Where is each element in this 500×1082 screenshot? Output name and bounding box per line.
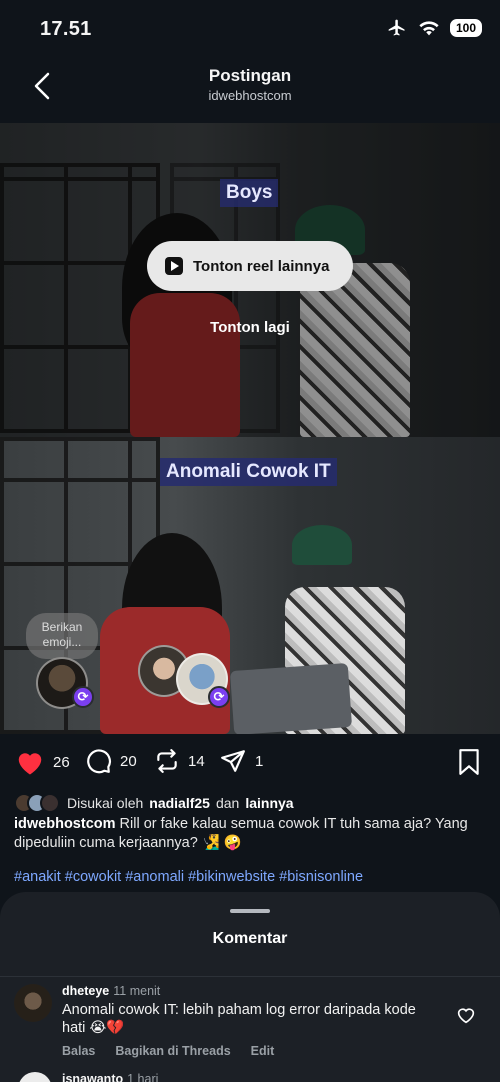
watch-again-button[interactable]: Tonton lagi [0,319,500,336]
heart-outline-icon[interactable] [456,1006,476,1024]
liked-by-user[interactable]: nadialf25 [149,795,210,811]
watch-more-reels-label: Tonton reel lainnya [193,257,330,275]
comment-username[interactable]: dheteye [62,984,109,998]
comment-header: isnawanto 1 hari [62,1072,158,1082]
edit-button[interactable]: Edit [251,1044,275,1058]
watch-more-reels-button[interactable]: Tonton reel lainnya [147,241,353,291]
status-icons: 100 [386,18,482,38]
share-count: 1 [255,752,264,770]
post-header: Postingan idwebhostcom [0,58,500,123]
repost-badge-icon: ⟳ [72,686,94,708]
send-icon [221,750,245,772]
bookmark-icon[interactable] [456,748,482,776]
avatar[interactable] [18,1072,52,1082]
status-time: 17.51 [40,18,92,40]
comment-item: isnawanto 1 hari [14,1072,486,1082]
like-count: 26 [53,753,70,771]
person-cap [292,525,352,565]
comment-icon [87,749,111,774]
airplane-icon [388,19,405,36]
repost-icon [157,749,177,773]
avatar[interactable] [14,984,52,1022]
wifi-icon [419,21,439,36]
comment-actions: Balas Bagikan di Threads Edit [62,1044,274,1058]
liked-by-others[interactable]: lainnya [245,795,293,811]
page-subtitle: idwebhostcom [208,88,292,103]
liked-by-prefix: Disukai oleh [67,795,144,811]
video-frame-top: Boys Tonton reel lainnya Tonton lagi [0,123,500,437]
post-action-bar: 26 20 14 1 [0,748,500,780]
share-button[interactable]: 1 [219,748,263,774]
repost-button[interactable]: 14 [154,748,205,774]
caption-author[interactable]: idwebhostcom [14,816,116,832]
reel-media[interactable]: Boys Tonton reel lainnya Tonton lagi Ano… [0,123,500,734]
comment-time: 1 hari [127,1072,159,1082]
repost-badge-icon: ⟳ [208,686,230,708]
like-button[interactable]: 26 [15,748,70,776]
avatar [40,793,60,813]
video-caption-top: Boys [220,179,279,207]
comment-button[interactable]: 20 [86,748,137,774]
share-to-threads-button[interactable]: Bagikan di Threads [115,1044,230,1058]
liked-by-row[interactable]: Disukai oleh nadialf25 dan lainnya [14,793,294,813]
comment-username[interactable]: isnawanto [62,1072,123,1082]
comment-text: Anomali cowok IT: lebih paham log error … [62,1002,416,1036]
comment-time: 11 menit [113,984,161,998]
page-title: Postingan [208,66,292,85]
video-caption-bottom: Anomali Cowok IT [160,458,337,486]
post-caption: idwebhostcom Rill or fake kalau semua co… [14,815,494,853]
status-bar: 17.51 100 [0,0,500,58]
comments-sheet-title: Komentar [212,930,288,947]
comment-count: 20 [120,752,137,770]
emoji-prompt-bubble[interactable]: Berikan emoji... [26,613,98,659]
laptop [229,662,353,734]
reel-icon [165,257,183,275]
post-hashtags[interactable]: #anakit #cowokit #anomali #bikinwebsite … [14,869,363,885]
liked-by-avatars [14,793,60,813]
comment-header: dheteye 11 menit [62,984,160,998]
heart-filled-icon [18,753,42,775]
sheet-drag-handle[interactable] [230,909,270,913]
reply-button[interactable]: Balas [62,1044,95,1058]
comments-sheet: Komentar dheteye 11 menit Anomali cowok I… [0,892,500,1082]
liked-by-conjunction: dan [215,795,240,811]
divider [0,976,500,977]
repost-count: 14 [188,752,205,770]
battery-indicator: 100 [450,19,482,37]
